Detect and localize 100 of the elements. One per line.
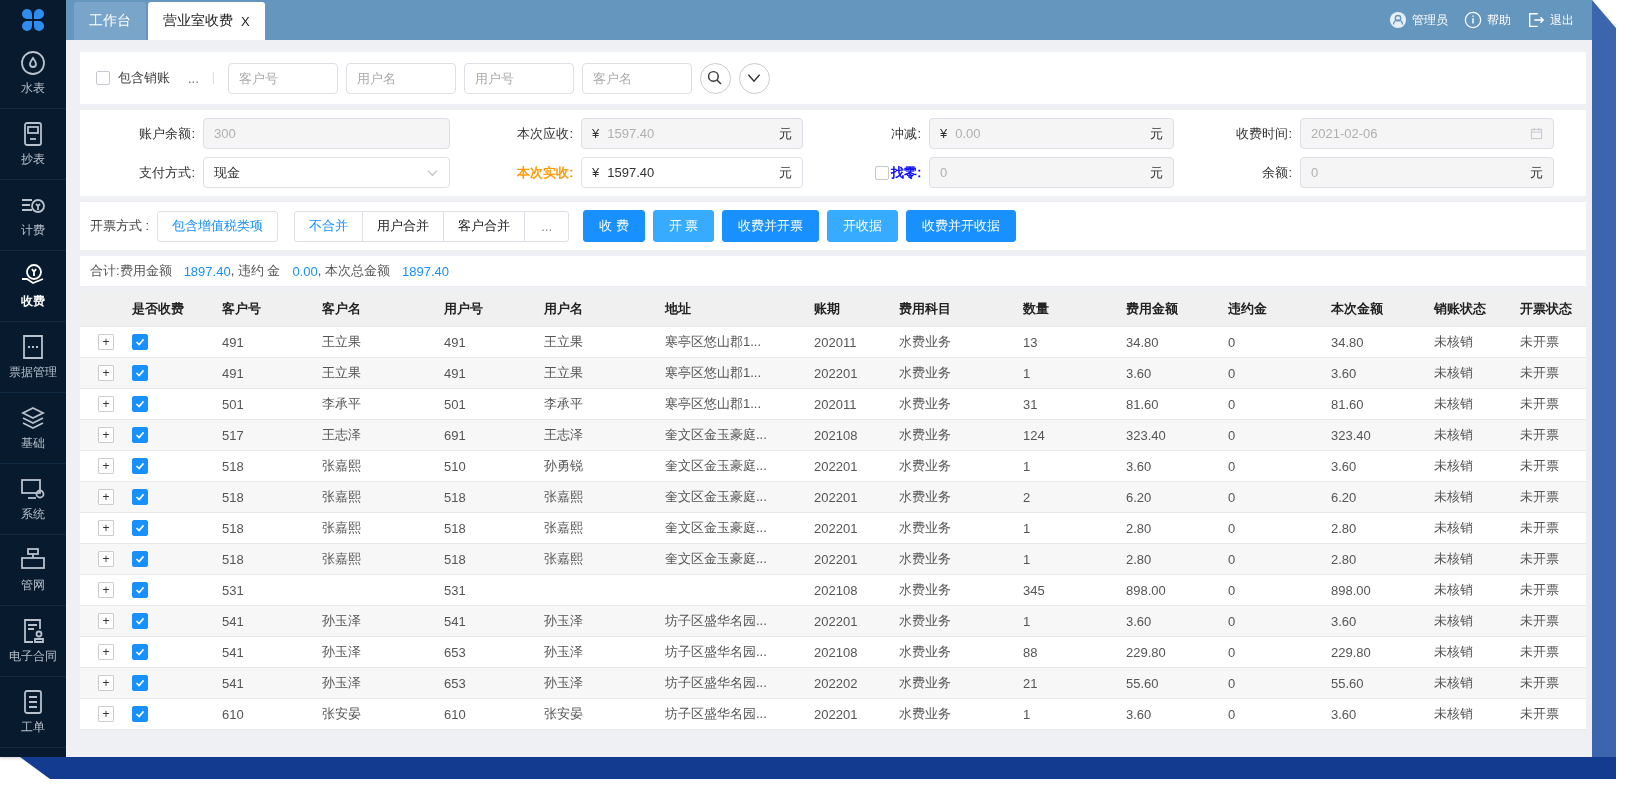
row-checkbox[interactable] bbox=[132, 613, 148, 629]
row-checkbox[interactable] bbox=[132, 365, 148, 381]
table-cell: 未开票 bbox=[1520, 334, 1559, 349]
table-cell: 13 bbox=[1023, 334, 1038, 350]
table-cell: 未开票 bbox=[1520, 427, 1559, 442]
row-checkbox[interactable] bbox=[132, 489, 148, 505]
table-cell: 水费业务 bbox=[899, 334, 951, 349]
table-cell: 491 bbox=[444, 334, 466, 350]
table-cell: 323.40 bbox=[1331, 427, 1371, 443]
row-checkbox[interactable] bbox=[132, 396, 148, 412]
expand-row-button[interactable]: + bbox=[98, 706, 114, 722]
row-checkbox[interactable] bbox=[132, 644, 148, 660]
table-cell: 未核销 bbox=[1434, 427, 1473, 442]
table-cell: 1 bbox=[1023, 520, 1031, 536]
input-field[interactable]: 现金 bbox=[203, 157, 450, 188]
table-cell: 寒亭区悠山郡1... bbox=[665, 365, 762, 380]
table-cell: 张安晏 bbox=[322, 706, 361, 721]
table-cell: 张嘉熙 bbox=[544, 520, 583, 535]
tab[interactable]: 营业室收费 X bbox=[148, 2, 265, 40]
table-cell: 未开票 bbox=[1520, 613, 1559, 628]
field-label: 本次应收: bbox=[517, 124, 573, 143]
row-checkbox[interactable] bbox=[132, 675, 148, 691]
table-cell: 3.60 bbox=[1331, 458, 1357, 474]
expand-row-button[interactable]: + bbox=[98, 427, 114, 443]
table-cell: 奎文区金玉豪庭... bbox=[665, 551, 767, 566]
expand-row-button[interactable]: + bbox=[98, 675, 114, 691]
merge-option[interactable]: 客户合并 bbox=[443, 210, 526, 242]
expand-row-button[interactable]: + bbox=[98, 334, 114, 350]
table-cell: 未核销 bbox=[1434, 613, 1473, 628]
summary-value: 1897.40 bbox=[402, 263, 449, 279]
table-cell: 541 bbox=[222, 644, 244, 660]
table-cell: 未开票 bbox=[1520, 365, 1559, 380]
field-label: 支付方式: bbox=[139, 163, 195, 182]
table-cell: 0 bbox=[1228, 334, 1236, 350]
table-cell: 水费业务 bbox=[899, 489, 951, 504]
search-button[interactable] bbox=[699, 62, 731, 94]
column-header: 费用金额 bbox=[1126, 300, 1179, 318]
row-checkbox[interactable] bbox=[132, 520, 148, 536]
table-cell: 518 bbox=[222, 551, 244, 567]
table-cell: 水费业务 bbox=[899, 706, 951, 721]
expand-row-button[interactable]: + bbox=[98, 551, 114, 567]
table-cell: 水费业务 bbox=[899, 551, 951, 566]
checkbox[interactable] bbox=[96, 71, 110, 85]
search-field[interactable]: 用户名 bbox=[345, 62, 456, 94]
table-cell: 水费业务 bbox=[899, 582, 951, 597]
table-cell: 孙玉泽 bbox=[544, 675, 583, 690]
table-cell: 518 bbox=[444, 489, 466, 505]
column-header: 是否收费 bbox=[132, 300, 185, 318]
more-link[interactable]: ... bbox=[188, 70, 199, 86]
table-cell: 518 bbox=[444, 551, 466, 567]
table-cell: 202108 bbox=[814, 644, 858, 660]
row-checkbox[interactable] bbox=[132, 551, 148, 567]
row-checkbox[interactable] bbox=[132, 334, 148, 350]
row-checkbox[interactable] bbox=[132, 458, 148, 474]
table-cell: 未核销 bbox=[1434, 396, 1473, 411]
search-field[interactable]: 用户号 bbox=[463, 62, 574, 94]
table-cell: 张嘉熙 bbox=[322, 520, 361, 535]
table-cell: 202011 bbox=[814, 334, 857, 350]
input-field[interactable]: ¥ 1597.40 元 bbox=[581, 157, 803, 188]
table-cell: 518 bbox=[222, 520, 244, 536]
table-cell: 2.80 bbox=[1126, 520, 1152, 536]
table-cell: 1 bbox=[1023, 613, 1031, 629]
search-field[interactable]: 客户名 bbox=[581, 62, 692, 94]
expand-row-button[interactable]: + bbox=[98, 644, 114, 660]
table-cell: 孙玉泽 bbox=[322, 613, 361, 628]
table-cell: 31 bbox=[1023, 396, 1038, 412]
table-cell: 202108 bbox=[814, 427, 858, 443]
checkbox-label[interactable]: 包含销账 bbox=[118, 69, 170, 87]
table-cell: 2.80 bbox=[1331, 520, 1357, 536]
table-cell: 3.60 bbox=[1331, 706, 1357, 722]
expand-button[interactable] bbox=[738, 62, 770, 94]
table-cell: 518 bbox=[444, 520, 466, 536]
row-checkbox[interactable] bbox=[132, 427, 148, 443]
table-cell: 未开票 bbox=[1520, 551, 1559, 566]
expand-row-button[interactable]: + bbox=[98, 396, 114, 412]
search-field[interactable]: 客户号 bbox=[227, 62, 338, 94]
table-cell: 奎文区金玉豪庭... bbox=[665, 489, 767, 504]
column-header: 用户名 bbox=[544, 300, 584, 318]
expand-row-button[interactable]: + bbox=[98, 458, 114, 474]
table-cell: 水费业务 bbox=[899, 520, 951, 535]
row-checkbox[interactable] bbox=[132, 706, 148, 722]
table-cell: 未核销 bbox=[1434, 582, 1473, 597]
table-cell: 229.80 bbox=[1331, 644, 1371, 660]
expand-row-button[interactable]: + bbox=[98, 520, 114, 536]
row-checkbox[interactable] bbox=[132, 582, 148, 598]
expand-row-button[interactable]: + bbox=[98, 613, 114, 629]
table-cell: 6.20 bbox=[1331, 489, 1357, 505]
expand-row-button[interactable]: + bbox=[98, 365, 114, 381]
merge-option[interactable]: ... bbox=[524, 210, 570, 242]
table-cell: 未核销 bbox=[1434, 334, 1473, 349]
expand-row-button[interactable]: + bbox=[98, 489, 114, 505]
column-header: 开票状态 bbox=[1520, 300, 1573, 318]
table-cell: 610 bbox=[222, 706, 244, 722]
table-cell: 491 bbox=[222, 334, 244, 350]
table-cell: 0 bbox=[1228, 582, 1236, 598]
table-cell: 寒亭区悠山郡1... bbox=[665, 334, 762, 349]
expand-row-button[interactable]: + bbox=[98, 582, 114, 598]
merge-option[interactable]: 用户合并 bbox=[362, 210, 445, 242]
table-cell: 0 bbox=[1228, 613, 1236, 629]
table-cell: 531 bbox=[222, 582, 244, 598]
